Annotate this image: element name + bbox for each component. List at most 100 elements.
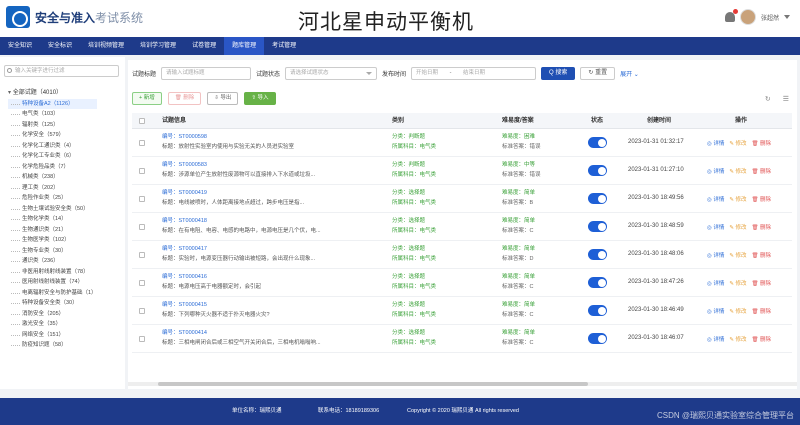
tree-item[interactable]: 生物专业类（30）	[8, 246, 97, 257]
detail-link[interactable]: ◎ 详情	[707, 335, 724, 343]
nav-item-3[interactable]: 培训学习管理	[132, 37, 184, 55]
refresh-icon[interactable]: ↻	[765, 95, 771, 103]
edit-link[interactable]: ✎ 修改	[729, 167, 746, 175]
columns-icon[interactable]: ☰	[783, 95, 789, 103]
row-checkbox[interactable]	[139, 252, 145, 258]
tree-item[interactable]: 特种设备安全类（30）	[8, 298, 97, 309]
delete-link[interactable]: 🗑 删除	[751, 195, 771, 203]
tree-item[interactable]: 生物医学类（102）	[8, 235, 97, 246]
detail-link[interactable]: ◎ 详情	[707, 195, 724, 203]
delete-link[interactable]: 🗑 删除	[751, 251, 771, 259]
detail-link[interactable]: ◎ 详情	[707, 279, 724, 287]
status-toggle[interactable]	[588, 249, 607, 260]
delete-link[interactable]: 🗑 删除	[751, 307, 771, 315]
tree-item[interactable]: 机械类（238）	[8, 172, 97, 183]
expand-link[interactable]: 展开 ⌄	[620, 69, 639, 78]
tree-item[interactable]: 化学危险品类（7）	[8, 162, 97, 173]
nav-item-4[interactable]: 试卷管理	[184, 37, 224, 55]
tree-item[interactable]: 电气类（103）	[8, 109, 97, 120]
detail-link[interactable]: ◎ 详情	[707, 223, 724, 231]
detail-link[interactable]: ◎ 详情	[707, 167, 724, 175]
reset-button[interactable]: ↻ 重置	[580, 67, 616, 80]
search-button[interactable]: Q 搜索	[541, 67, 576, 80]
delete-link[interactable]: 🗑 删除	[751, 139, 771, 147]
edit-link[interactable]: ✎ 修改	[729, 279, 746, 287]
detail-link[interactable]: ◎ 详情	[707, 139, 724, 147]
delete-link[interactable]: 🗑 删除	[751, 335, 771, 343]
nav-item-0[interactable]: 安全知识	[0, 37, 40, 55]
tree-item[interactable]: 消防安全（205）	[8, 309, 97, 320]
tree-item[interactable]: 化学化工专业类（6）	[8, 151, 97, 162]
question-id: 编号：ST0000414	[162, 330, 207, 336]
row-checkbox[interactable]	[139, 140, 145, 146]
edit-link[interactable]: ✎ 修改	[729, 195, 746, 203]
export-button[interactable]: ⇩ 导出	[207, 92, 239, 105]
edit-link[interactable]: ✎ 修改	[729, 251, 746, 259]
tree-item[interactable]: 生物通识类（21）	[8, 225, 97, 236]
tree-item[interactable]: 理工类（202）	[8, 183, 97, 194]
status-toggle[interactable]	[588, 137, 607, 148]
delete-link[interactable]: 🗑 删除	[751, 279, 771, 287]
title-filter-input[interactable]: 请输入试题标题	[161, 67, 252, 80]
import-button[interactable]: ⇧ 导入	[244, 92, 276, 105]
chevron-down-icon[interactable]	[784, 15, 790, 19]
nav-item-1[interactable]: 安全标识	[40, 37, 80, 55]
tree-item[interactable]: 生物化学类（14）	[8, 214, 97, 225]
row-checkbox[interactable]	[139, 168, 145, 174]
date-range-picker[interactable]: 开始日期 - 结束日期	[411, 67, 537, 80]
tree-item[interactable]: 辐射类（125）	[8, 120, 97, 131]
difficulty: 难易度：中等	[502, 162, 536, 168]
tree-item[interactable]: 防疫知识题（58）	[8, 340, 97, 351]
detail-link[interactable]: ◎ 详情	[707, 307, 724, 315]
select-all-checkbox[interactable]	[139, 118, 145, 124]
row-checkbox[interactable]	[139, 336, 145, 342]
tree-item[interactable]: 化学化工通识类（4）	[8, 141, 97, 152]
status-toggle[interactable]	[588, 221, 607, 232]
filter-bar: 试题标题 请输入试题标题 试题状态 请选择试题状态 发布时间 开始日期 - 结束…	[132, 67, 639, 80]
tree-item[interactable]: 非医用射线射线装置（78）	[8, 267, 97, 278]
tree-item[interactable]: 激光安全（35）	[8, 319, 97, 330]
delete-button[interactable]: 🗑 删除	[167, 92, 202, 105]
status-toggle[interactable]	[588, 333, 607, 344]
delete-link[interactable]: 🗑 删除	[751, 167, 771, 175]
tree-root[interactable]: 全部试题（4010）	[8, 88, 97, 99]
row-checkbox[interactable]	[139, 196, 145, 202]
tree-item[interactable]: 通识类（236）	[8, 256, 97, 267]
user-area[interactable]: 张超然	[724, 9, 790, 25]
add-button[interactable]: + 新增	[132, 92, 162, 105]
tree-filter-input[interactable]: 输入关键字进行过滤	[4, 65, 119, 77]
logo[interactable]: 安全与准入考试系统	[6, 6, 143, 28]
tree-item[interactable]: 电离辐射安全与防护基础（1）	[8, 288, 97, 299]
row-checkbox[interactable]	[139, 224, 145, 230]
edit-link[interactable]: ✎ 修改	[729, 335, 746, 343]
edit-link[interactable]: ✎ 修改	[729, 139, 746, 147]
question-title: 标题：实验时，电源变压器行动输出被短路，会出现什么现象...	[162, 256, 316, 262]
answer: 标准答案：D	[502, 256, 534, 262]
row-checkbox[interactable]	[139, 280, 145, 286]
nav-item-6[interactable]: 考试管理	[264, 37, 304, 55]
tree-item[interactable]: 特种设备A2（1126）	[8, 98, 97, 109]
nav-item-5[interactable]: 题库管理	[224, 37, 265, 55]
delete-link[interactable]: 🗑 删除	[751, 223, 771, 231]
tree-item[interactable]: 化学安全（579）	[8, 130, 97, 141]
status-toggle[interactable]	[588, 277, 607, 288]
edit-link[interactable]: ✎ 修改	[729, 307, 746, 315]
tree-item[interactable]: 网络安全（151）	[8, 330, 97, 341]
tree-item[interactable]: 危险作业类（25）	[8, 193, 97, 204]
nav-item-2[interactable]: 培训视频管理	[80, 37, 132, 55]
status-toggle[interactable]	[588, 193, 607, 204]
horizontal-scrollbar[interactable]	[128, 382, 797, 386]
bell-icon[interactable]	[724, 9, 738, 22]
row-checkbox[interactable]	[139, 308, 145, 314]
tree-item[interactable]: 医用射线射线装置（74）	[8, 277, 97, 288]
status-toggle[interactable]	[588, 165, 607, 176]
tree-item[interactable]: 生物土壤试验安全类（50）	[8, 204, 97, 215]
avatar[interactable]	[739, 9, 756, 25]
edit-link[interactable]: ✎ 修改	[729, 223, 746, 231]
question-subject: 所属科目：电气类	[392, 340, 437, 346]
username[interactable]: 张超然	[761, 13, 779, 22]
scrollbar-thumb[interactable]	[158, 382, 588, 386]
status-filter-select[interactable]: 请选择试题状态	[285, 67, 378, 80]
status-toggle[interactable]	[588, 305, 607, 316]
detail-link[interactable]: ◎ 详情	[707, 251, 724, 259]
